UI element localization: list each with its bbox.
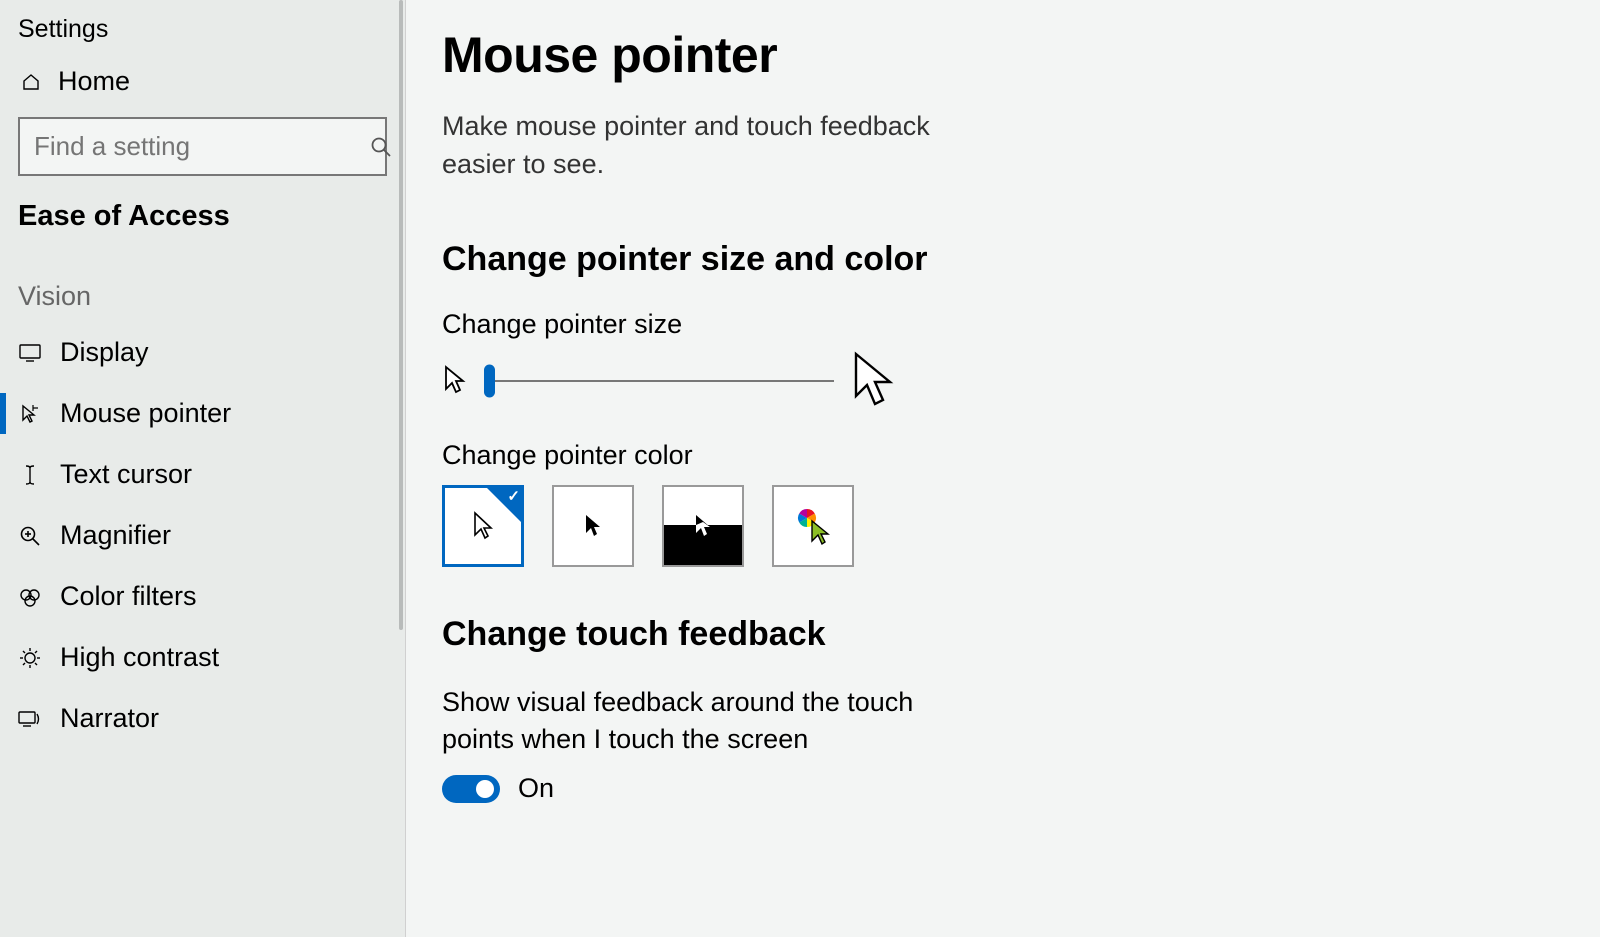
- pointer-color-custom[interactable]: [772, 485, 854, 567]
- home-icon: [20, 72, 42, 92]
- high-contrast-icon: [18, 647, 42, 669]
- touch-feedback-toggle[interactable]: [442, 775, 500, 803]
- page-title: Mouse pointer: [442, 26, 1540, 84]
- sidebar-scrollbar[interactable]: [399, 0, 403, 630]
- main-content: Mouse pointer Make mouse pointer and tou…: [406, 0, 1600, 937]
- search-input-container[interactable]: [18, 117, 387, 176]
- home-nav-item[interactable]: Home: [0, 52, 405, 111]
- app-title: Settings: [0, 0, 405, 52]
- sidebar-item-label: High contrast: [60, 642, 219, 673]
- search-input[interactable]: [34, 131, 369, 162]
- pointer-size-slider[interactable]: [484, 351, 834, 411]
- pointer-color-white[interactable]: ✓: [442, 485, 524, 567]
- slider-thumb[interactable]: [484, 364, 495, 397]
- sidebar-item-display[interactable]: Display: [0, 322, 405, 383]
- touch-feedback-toggle-row: On: [442, 773, 1540, 804]
- sidebar-item-magnifier[interactable]: Magnifier: [0, 505, 405, 566]
- home-label: Home: [58, 66, 130, 97]
- sidebar-item-label: Narrator: [60, 703, 159, 734]
- touch-feedback-description: Show visual feedback around the touch po…: [442, 684, 962, 760]
- pointer-color-label: Change pointer color: [442, 440, 1540, 471]
- pointer-color-black[interactable]: [552, 485, 634, 567]
- nav-group-vision: Vision: [0, 255, 405, 322]
- sidebar-item-label: Color filters: [60, 581, 197, 612]
- mouse-pointer-icon: [18, 403, 42, 425]
- pointer-color-inverted[interactable]: [662, 485, 744, 567]
- search-icon: [369, 135, 393, 159]
- text-cursor-icon: [18, 464, 42, 486]
- settings-sidebar: Settings Home Ease of Access Vision: [0, 0, 406, 937]
- magnifier-icon: [18, 525, 42, 547]
- section-size-color-heading: Change pointer size and color: [442, 240, 1540, 279]
- page-description: Make mouse pointer and touch feedback ea…: [442, 108, 1002, 184]
- section-touch-heading: Change touch feedback: [442, 615, 1540, 654]
- color-filters-icon: [18, 587, 42, 607]
- pointer-color-options: ✓: [442, 485, 1540, 567]
- large-pointer-icon: [850, 350, 898, 412]
- category-title: Ease of Access: [0, 190, 405, 255]
- sidebar-item-label: Text cursor: [60, 459, 192, 490]
- sidebar-item-label: Magnifier: [60, 520, 171, 551]
- sidebar-item-high-contrast[interactable]: High contrast: [0, 627, 405, 688]
- sidebar-item-label: Mouse pointer: [60, 398, 231, 429]
- sidebar-item-narrator[interactable]: Narrator: [0, 688, 405, 749]
- sidebar-item-color-filters[interactable]: Color filters: [0, 566, 405, 627]
- sidebar-item-label: Display: [60, 337, 149, 368]
- narrator-icon: [18, 709, 42, 729]
- sidebar-item-text-cursor[interactable]: Text cursor: [0, 444, 405, 505]
- small-pointer-icon: [442, 364, 468, 398]
- toggle-state-label: On: [518, 773, 554, 804]
- pointer-size-slider-row: [442, 350, 1540, 412]
- pointer-size-label: Change pointer size: [442, 309, 1540, 340]
- sidebar-item-mouse-pointer[interactable]: Mouse pointer: [0, 383, 405, 444]
- monitor-icon: [18, 344, 42, 362]
